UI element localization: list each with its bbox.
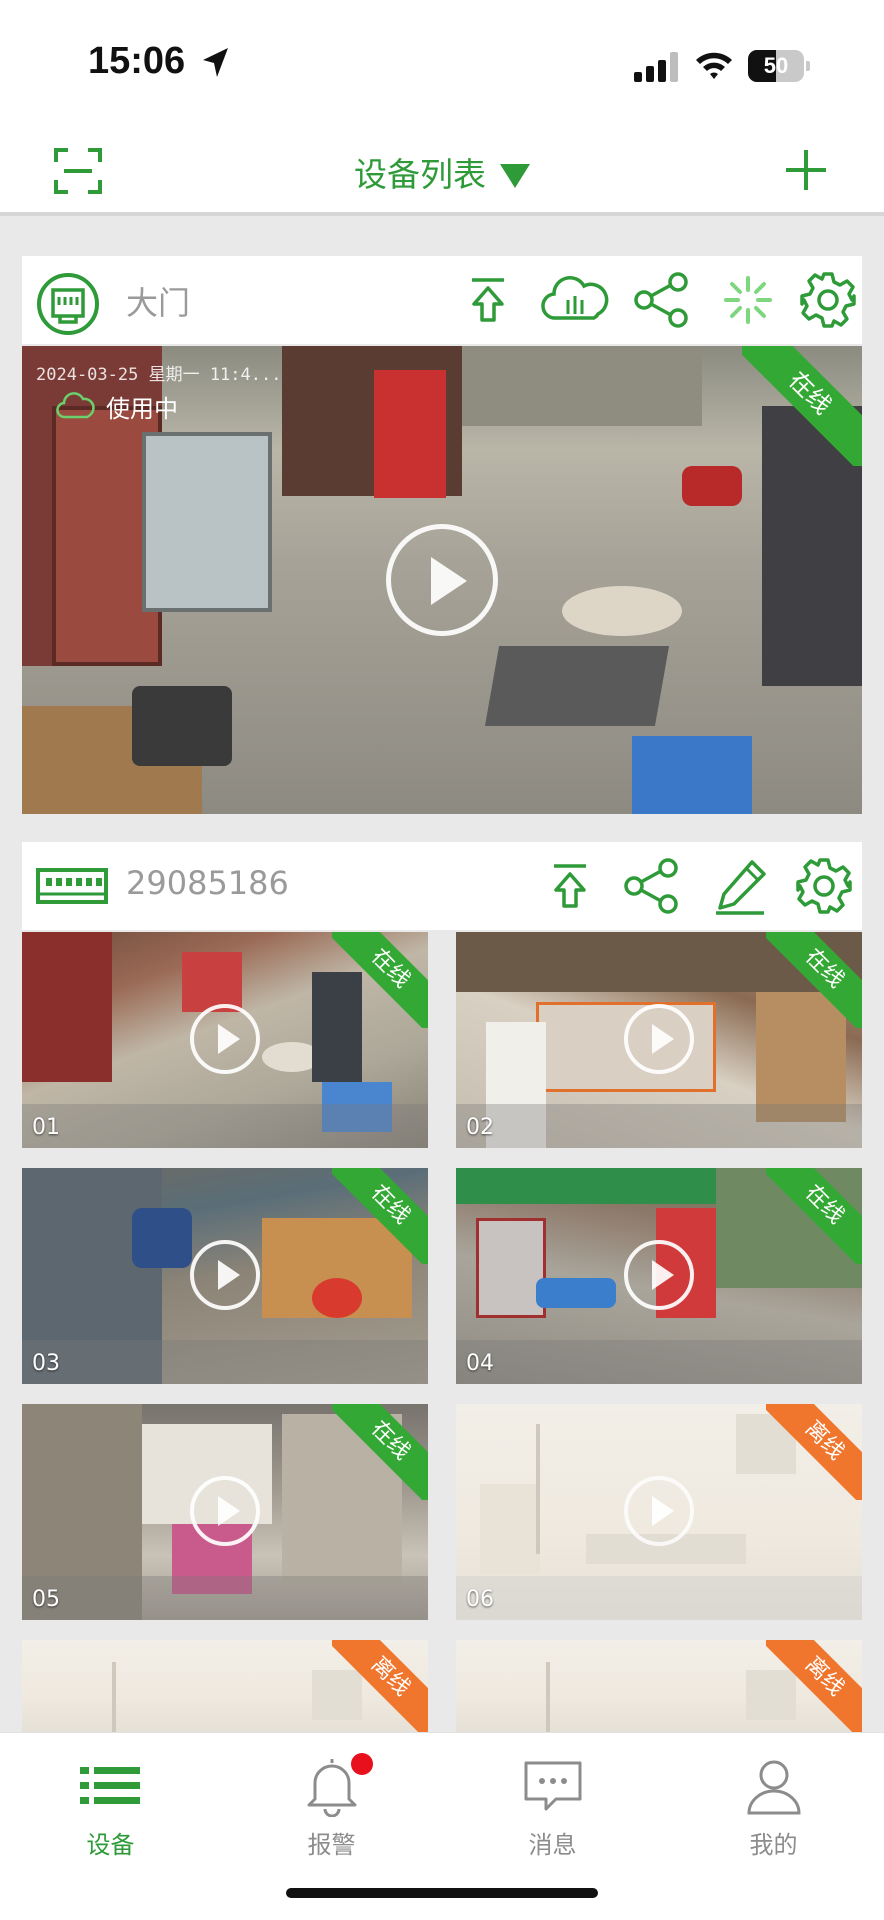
- status-ribbon: 在线: [332, 932, 428, 1028]
- nav-bar: 设备列表: [0, 130, 884, 216]
- loading-icon: [718, 270, 778, 330]
- message-icon: [524, 1761, 582, 1811]
- tab-alarms[interactable]: 报警: [221, 1733, 442, 1873]
- channel-label: 01: [32, 1115, 60, 1140]
- status-ribbon: 在线: [766, 932, 862, 1028]
- play-button[interactable]: [624, 1004, 694, 1074]
- device-card-header[interactable]: 大门: [22, 256, 862, 344]
- tab-label: 消息: [528, 1831, 577, 1859]
- channel-tile[interactable]: 离线: [456, 1640, 862, 1732]
- tab-label: 报警: [307, 1831, 356, 1859]
- channel-tile[interactable]: 在线 04: [456, 1168, 862, 1384]
- channel-tile[interactable]: 离线 06: [456, 1404, 862, 1620]
- tab-label: 设备: [86, 1831, 135, 1859]
- channel-label: 05: [32, 1587, 60, 1612]
- play-button[interactable]: [386, 524, 498, 636]
- nav-title-text: 设备列表: [354, 155, 486, 194]
- device-card-header[interactable]: 29085186: [22, 842, 862, 930]
- status-ribbon: 离线: [766, 1640, 862, 1732]
- share-icon[interactable]: [620, 856, 684, 916]
- plus-icon[interactable]: [782, 146, 830, 194]
- settings-icon[interactable]: [798, 270, 858, 330]
- share-icon[interactable]: [630, 270, 694, 330]
- status-time: 15:06: [88, 40, 186, 82]
- in-use-label: 使用中: [106, 394, 178, 423]
- settings-icon[interactable]: [794, 856, 854, 916]
- channel-label: 02: [466, 1115, 494, 1140]
- battery-level: 50: [763, 53, 789, 78]
- status-ribbon: 在线: [766, 1168, 862, 1264]
- status-ribbon: 在线: [332, 1168, 428, 1264]
- alarm-badge: [351, 1753, 373, 1775]
- status-bar: 15:06 50: [0, 0, 884, 130]
- home-indicator: [286, 1888, 598, 1898]
- device-name: 大门: [126, 284, 191, 322]
- status-ribbon: 离线: [332, 1640, 428, 1732]
- cloud-icon: [56, 392, 95, 419]
- status-ribbon: 离线: [766, 1404, 862, 1500]
- channel-label: 03: [32, 1351, 60, 1376]
- upload-icon[interactable]: [458, 270, 518, 330]
- network-port-icon: [36, 272, 100, 336]
- channel-label: 06: [466, 1587, 494, 1612]
- play-button[interactable]: [190, 1004, 260, 1074]
- tab-label: 我的: [749, 1831, 798, 1859]
- channel-tile[interactable]: 在线 03: [22, 1168, 428, 1384]
- status-ribbon: 在线: [742, 346, 862, 466]
- channel-label: 04: [466, 1351, 494, 1376]
- channel-tile[interactable]: 在线 05: [22, 1404, 428, 1620]
- status-ribbon: 在线: [332, 1404, 428, 1500]
- channel-tile[interactable]: 在线 01: [22, 932, 428, 1148]
- list-icon: [80, 1767, 140, 1804]
- channel-tile[interactable]: 离线: [22, 1640, 428, 1732]
- play-button[interactable]: [190, 1476, 260, 1546]
- dropdown-caret-icon: [500, 164, 530, 188]
- video-timestamp: 2024-03-25 星期一 11:4...: [36, 365, 282, 385]
- wifi-icon: [696, 52, 732, 79]
- cloud-icon[interactable]: [540, 270, 610, 330]
- in-use-indicator: 使用中: [56, 386, 178, 426]
- play-button[interactable]: [190, 1240, 260, 1310]
- tab-devices[interactable]: 设备: [0, 1733, 221, 1873]
- play-button[interactable]: [624, 1476, 694, 1546]
- play-button[interactable]: [624, 1240, 694, 1310]
- user-icon: [747, 1760, 801, 1815]
- battery-icon: 50: [748, 50, 810, 82]
- edit-icon[interactable]: [710, 856, 770, 916]
- location-arrow-icon: [203, 48, 228, 77]
- tab-profile[interactable]: 我的: [663, 1733, 884, 1873]
- nvr-icon: [36, 866, 108, 906]
- device-name: 29085186: [126, 864, 289, 902]
- tab-messages[interactable]: 消息: [442, 1733, 663, 1873]
- channel-tile[interactable]: 在线 02: [456, 932, 862, 1148]
- camera-preview[interactable]: 2024-03-25 星期一 11:4... 使用中 在线: [22, 346, 862, 814]
- cellular-signal-icon: [634, 52, 678, 82]
- device-list-title[interactable]: 设备列表: [0, 148, 884, 196]
- upload-icon[interactable]: [540, 856, 600, 916]
